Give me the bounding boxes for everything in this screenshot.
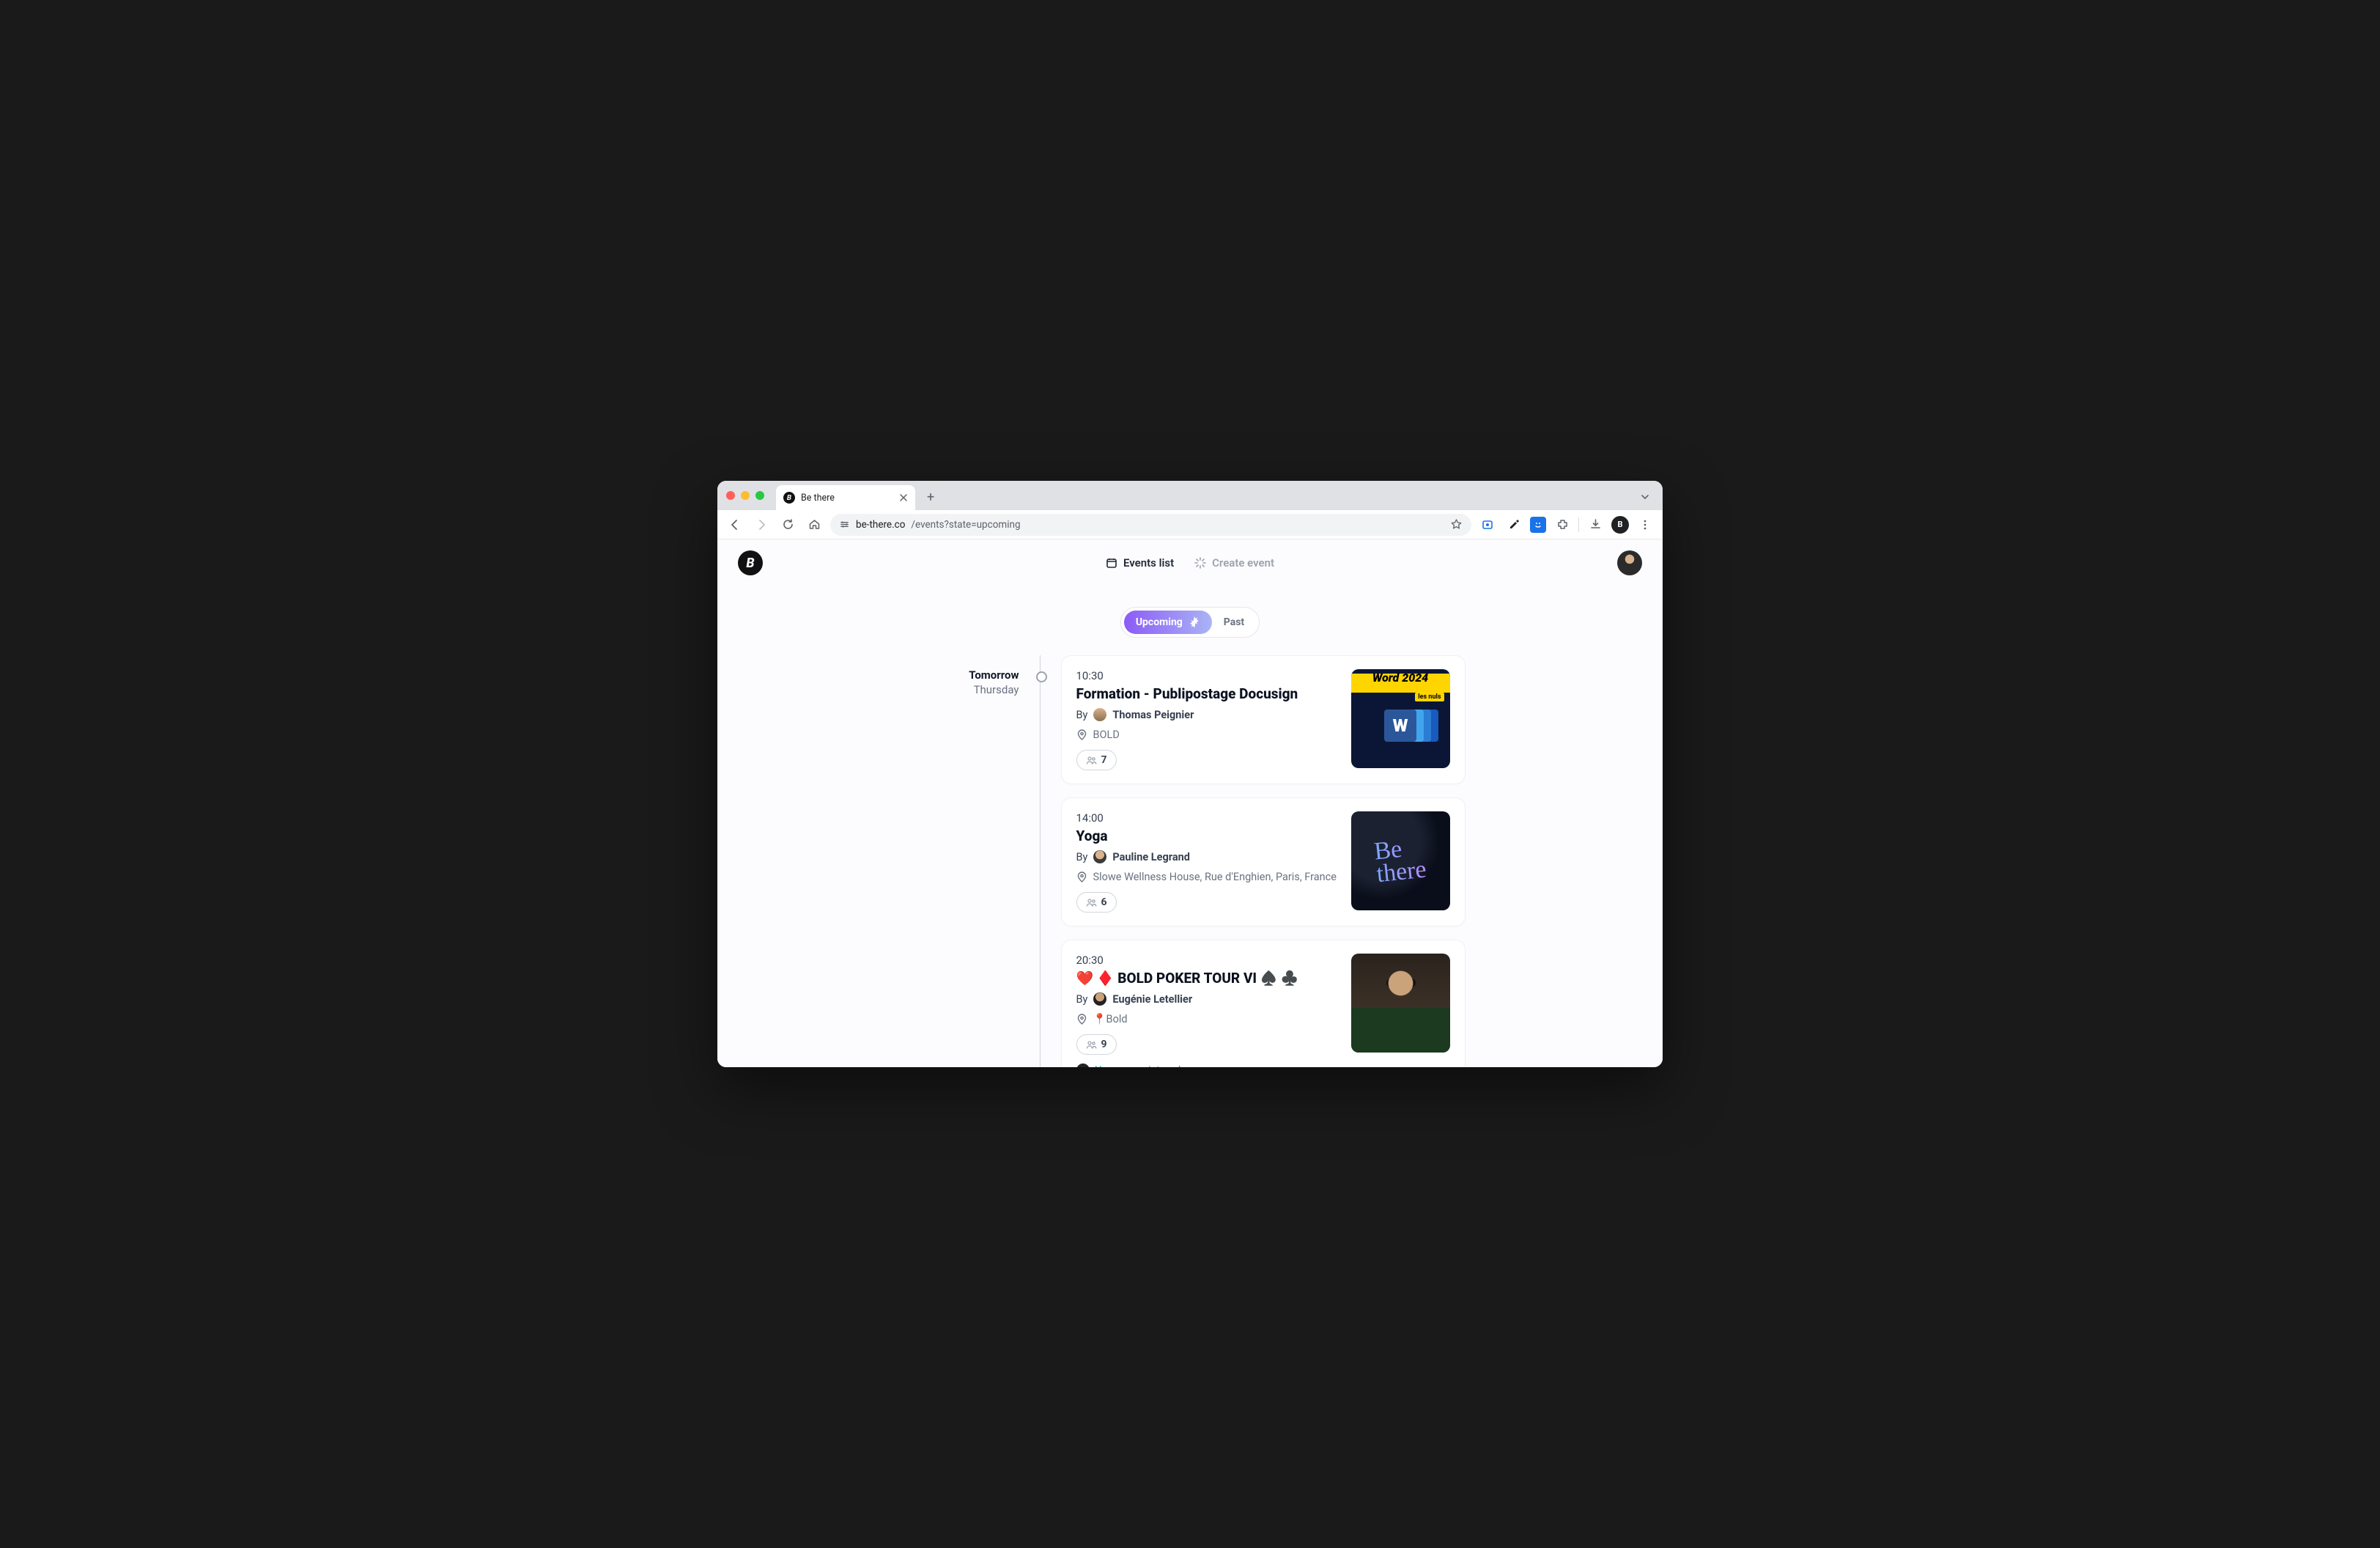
event-card[interactable]: 10:30 Formation - Publipostage Docusign … [1061, 655, 1466, 784]
event-thumbnail [1351, 954, 1450, 1053]
attendee-count: 6 [1101, 896, 1107, 908]
close-tab-button[interactable] [899, 493, 908, 502]
attendee-count: 7 [1101, 754, 1107, 766]
state-filter: Upcoming Past [1120, 607, 1260, 638]
user-avatar[interactable] [1617, 550, 1642, 575]
event-location: 📍Bold [1093, 1013, 1128, 1025]
maximize-window-button[interactable] [755, 491, 764, 500]
location-pin-icon [1076, 1014, 1087, 1025]
filter-upcoming-label: Upcoming [1136, 616, 1183, 628]
filter-upcoming[interactable]: Upcoming [1124, 611, 1212, 634]
extension-eyedropper-icon[interactable] [1504, 515, 1524, 535]
event-location: BOLD [1093, 729, 1120, 741]
host-avatar [1093, 992, 1106, 1006]
browser-toolbar: be-there.co/events?state=upcoming B [717, 510, 1663, 539]
window-controls [726, 491, 764, 500]
titlebar: B Be there + [717, 481, 1663, 510]
tabs-dropdown-button[interactable] [1636, 488, 1654, 506]
event-location: Slowe Wellness House, Rue d'Enghien, Par… [1093, 871, 1337, 883]
url-host: be-there.co [856, 519, 905, 531]
app-header: B Events list Create event [717, 539, 1663, 586]
sparkle-icon [1194, 557, 1206, 569]
event-by-prefix: By [1076, 993, 1088, 1006]
browser-menu-button[interactable] [1635, 515, 1655, 535]
timeline-rail [1040, 655, 1041, 1067]
location-pin-icon [1076, 729, 1087, 740]
thumb-subtitle: les nuls [1415, 693, 1444, 701]
app-logo[interactable]: B [738, 550, 763, 575]
browser-tab[interactable]: B Be there [776, 485, 915, 510]
event-by-prefix: By [1076, 851, 1088, 863]
host-avatar [1093, 708, 1106, 721]
event-time: 20:30 [1076, 954, 1338, 967]
page: B Events list Create event [717, 539, 1663, 1067]
address-bar[interactable]: be-there.co/events?state=upcoming [830, 514, 1471, 536]
event-title: ❤️ ♦️ BOLD POKER TOUR VI ♠️ ♣️ [1076, 970, 1338, 987]
reload-button[interactable] [777, 515, 798, 535]
word-app-icon: W [1384, 710, 1416, 742]
nav-create-event-label: Create event [1212, 556, 1274, 570]
tab-title: Be there [801, 493, 835, 504]
day-header: Tomorrow Thursday [915, 655, 1040, 1067]
people-icon [1086, 897, 1097, 908]
attendee-count-pill: 6 [1076, 892, 1117, 913]
calendar-icon [1106, 557, 1117, 569]
event-host: Thomas Peignier [1112, 709, 1194, 721]
attendee-count-pill: 7 [1076, 750, 1117, 770]
browser-window: B Be there + be-there.co/eve [717, 481, 1663, 1067]
back-button[interactable] [725, 515, 745, 535]
filter-past-label: Past [1224, 616, 1244, 628]
event-host: Pauline Legrand [1112, 851, 1189, 863]
nav-create-event[interactable]: Create event [1194, 556, 1274, 570]
thumb-title: Word 2024 [1351, 671, 1450, 685]
day-label: Tomorrow [915, 668, 1019, 682]
close-window-button[interactable] [726, 491, 735, 500]
url-path: /events?state=upcoming [911, 519, 1020, 531]
event-card[interactable]: 20:30 ❤️ ♦️ BOLD POKER TOUR VI ♠️ ♣️ By … [1061, 940, 1466, 1067]
home-button[interactable] [804, 515, 824, 535]
extensions-button[interactable] [1552, 515, 1572, 535]
nav-events-list[interactable]: Events list [1106, 556, 1174, 570]
event-title: Formation - Publipostage Docusign [1076, 685, 1338, 702]
day-weekday: Thursday [915, 683, 1019, 696]
bookmark-star-icon[interactable] [1450, 518, 1463, 531]
location-pin-icon [1076, 871, 1087, 882]
people-icon [1086, 1039, 1097, 1050]
registered-status: You are registered [1076, 1064, 1338, 1067]
app-nav: Events list Create event [763, 556, 1617, 570]
nav-events-list-label: Events list [1123, 556, 1174, 570]
attendee-count: 9 [1101, 1039, 1107, 1050]
downloads-button[interactable] [1585, 515, 1605, 535]
event-by-prefix: By [1076, 709, 1088, 721]
event-host: Eugénie Letellier [1112, 993, 1192, 1006]
new-tab-button[interactable]: + [927, 490, 934, 505]
event-card[interactable]: 14:00 Yoga By Pauline Legrand [1061, 797, 1466, 926]
thumb-logo-text: Bethere [1373, 836, 1427, 886]
extension-smiley-icon[interactable] [1530, 517, 1546, 533]
site-settings-icon[interactable] [839, 519, 850, 530]
browser-profile-button[interactable]: B [1611, 516, 1629, 534]
event-thumbnail: Bethere [1351, 811, 1450, 910]
event-list: 10:30 Formation - Publipostage Docusign … [1041, 655, 1466, 1067]
burst-icon [1189, 616, 1200, 628]
forward-button[interactable] [751, 515, 772, 535]
extension-icon[interactable] [1477, 515, 1498, 535]
attendee-count-pill: 9 [1076, 1034, 1117, 1055]
people-icon [1086, 755, 1097, 766]
registered-label: You are registered [1095, 1064, 1181, 1068]
filter-past[interactable]: Past [1212, 611, 1256, 634]
host-avatar [1093, 850, 1106, 863]
favicon-icon: B [783, 492, 795, 504]
event-time: 14:00 [1076, 811, 1338, 825]
event-thumbnail: Word 2024 les nuls W [1351, 669, 1450, 768]
minimize-window-button[interactable] [741, 491, 750, 500]
event-time: 10:30 [1076, 669, 1338, 682]
event-title: Yoga [1076, 828, 1338, 844]
self-avatar [1076, 1064, 1090, 1067]
